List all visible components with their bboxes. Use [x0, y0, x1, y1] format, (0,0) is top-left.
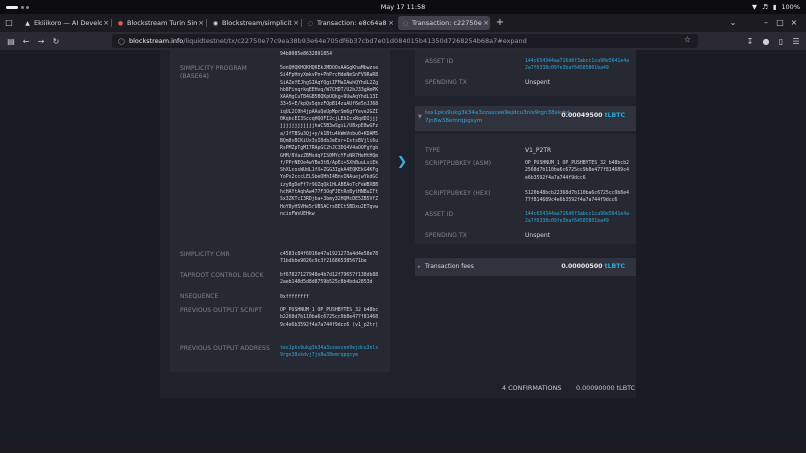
tab-blockstream-turin[interactable]: ● Blockstream Turin Simpli ×	[113, 16, 205, 30]
taproot-control-block-value: bf67827127948e4b7d12f79657f138db882aeb14…	[280, 273, 379, 286]
url-bar[interactable]: ◯ blockstream.info/liquidtestnet/tx/c227…	[112, 34, 698, 48]
output-1-spending-label: SPENDING TX	[425, 79, 468, 86]
new-tab-icon[interactable]: +	[494, 16, 506, 28]
nsequence-label: NSEQUENCE	[180, 293, 219, 300]
tab-transaction-e8c6[interactable]: ◌ Transaction: e8c64a8fb1 ×	[303, 16, 395, 30]
transaction-total: 0.00090000 tLBTC	[576, 384, 636, 392]
output-2-hex-value: 5120b48bcb22368d7b110ba6c6725cc9b8e477f8…	[525, 191, 629, 204]
navigation-bar: ▤ ← → ↻ ◯ blockstream.info/liquidtestnet…	[0, 32, 806, 50]
output-1-spending-value: Unspent	[525, 79, 550, 86]
nsequence-value: 0xffffffff	[280, 295, 309, 300]
back-icon[interactable]: ←	[20, 35, 32, 47]
url-host: blockstream.info	[129, 37, 184, 45]
loading-icon: ◌	[307, 19, 314, 27]
caret-right-icon: ▸	[418, 264, 421, 270]
transaction-fees-row: ▸ Transaction fees 0.00000500 tLBTC	[415, 258, 636, 276]
output-2-amount: 0.00049500 tLBTC	[561, 112, 625, 119]
chevron-right-icon: ❯	[397, 154, 408, 168]
maximize-icon[interactable]: □	[774, 16, 786, 28]
input-top-hex: 94b8085e8632891854	[280, 52, 332, 57]
previous-output-address-link[interactable]: tex1pks9ukg3k34a3zzaxcee9ejdcu3nls9rgn38…	[280, 345, 381, 360]
sidebar-icon[interactable]: ▤	[5, 35, 17, 47]
minimize-icon[interactable]: –	[760, 16, 772, 28]
forward-icon[interactable]: →	[35, 35, 47, 47]
account-icon[interactable]: ●	[760, 35, 772, 47]
close-tab-icon[interactable]: ×	[387, 19, 395, 27]
system-top-bar: May 17 11:58 ▼ ♬ ▮ 100%	[0, 0, 806, 14]
menu-icon[interactable]: ☰	[790, 35, 802, 47]
browser-tab-bar: □ ▲ Ekiiikoro — AI Develope × ● Blockstr…	[0, 14, 806, 32]
reload-icon[interactable]: ↻	[50, 35, 62, 47]
url-path: /liquidtestnet/tx/c22750e77c9ea38b93e64e…	[183, 37, 527, 45]
close-window-icon[interactable]: ×	[788, 16, 800, 28]
bottom-strip	[0, 443, 806, 453]
output-2-type-label: TYPE	[425, 147, 441, 154]
output-2-asm-label: SCRIPTPUBKEY (ASM)	[425, 160, 492, 167]
simplicity-program-label: SIMPLICITY PROGRAM (BASE64)	[180, 65, 247, 80]
output-2-address-link[interactable]: tex1pks9ukg3k34a3zzaxcee9ejdcu3nls9rgn38…	[425, 110, 573, 125]
close-tab-icon[interactable]: ×	[102, 19, 110, 27]
blockstream-icon: ●	[117, 19, 124, 27]
ai-favicon-icon: ▲	[25, 19, 30, 27]
list-tabs-icon[interactable]: ⌄	[727, 16, 739, 28]
output-2-spending-label: SPENDING TX	[425, 232, 468, 239]
output-2-header[interactable]: ▼ tex1pks9ukg3k34a3zzaxcee9ejdcu3nls9rgn…	[415, 106, 636, 131]
transaction-fees-amount: 0.00000500 tLBTC	[561, 263, 625, 270]
tab-github-simplicity[interactable]: ◉ Blockstream/simplicity-c ×	[208, 16, 300, 30]
sidebar-toggle-icon[interactable]: □	[3, 16, 15, 28]
extensions-icon[interactable]: ▯	[775, 35, 787, 47]
bookmark-star-icon[interactable]: ☆	[684, 35, 691, 44]
output-2-hex-label: SCRIPTPUBKEY (HEX)	[425, 190, 491, 197]
close-tab-icon[interactable]: ×	[292, 19, 300, 27]
transaction-page: 94b8085e8632891854 SIMPLICITY PROGRAM (B…	[0, 50, 806, 443]
output-2-type-value: V1_P2TR	[525, 147, 552, 154]
taproot-control-block-label: TAPROOT CONTROL BLOCK	[180, 272, 264, 279]
battery-icon[interactable]: ▮	[773, 3, 777, 11]
transaction-fees-label: Transaction fees	[425, 263, 474, 270]
output-1-asset-label: ASSET ID	[425, 58, 454, 65]
simplicity-cmr-label: SIMPLICITY CMR	[180, 251, 230, 258]
previous-output-script-value: OP_PUSHNUM_1 OP_PUSHBYTES_32 b48bcb2268d…	[280, 308, 379, 328]
output-2-asset-link[interactable]: 144c654344aa716d6f3abcc1ca90e5641e4a2a7f…	[525, 211, 629, 226]
wifi-icon[interactable]: ▼	[752, 3, 757, 11]
close-tab-icon[interactable]: ×	[197, 19, 205, 27]
confirmations-count: 4 CONFIRMATIONS	[502, 384, 562, 392]
output-2-asm-value: OP_PUSHNUM_1 OP_PUSHBYTES_32 b48bcb22568…	[525, 161, 629, 181]
downloads-icon[interactable]: ↧	[744, 35, 756, 47]
system-clock[interactable]: May 17 11:58	[0, 3, 806, 11]
previous-output-address-label: PREVIOUS OUTPUT ADDRESS	[180, 345, 270, 352]
close-tab-icon[interactable]: ×	[482, 19, 490, 27]
shield-icon[interactable]: ◯	[118, 38, 125, 45]
output-1-box	[415, 50, 636, 96]
github-icon: ◉	[212, 19, 219, 27]
tab-transaction-c227[interactable]: ◌ Transaction: c22750e7c ×	[398, 16, 490, 30]
simplicity-program-value: 5onQHQKHQKHQKEkJMDOOsAAGgKhaMbwzseSi4FpH…	[280, 66, 379, 217]
battery-level: 100%	[781, 3, 800, 11]
output-2-spending-value: Unspent	[525, 232, 550, 239]
output-1-asset-link[interactable]: 144c654344aa716d6f3abcc1ca90e5641e4a2a7f…	[525, 58, 629, 73]
output-2-asset-label: ASSET ID	[425, 211, 454, 218]
loading-icon: ◌	[402, 19, 409, 27]
tab-ekiiikoro[interactable]: ▲ Ekiiikoro — AI Develope ×	[20, 16, 110, 30]
volume-icon[interactable]: ♬	[762, 3, 768, 11]
previous-output-script-label: PREVIOUS OUTPUT SCRIPT	[180, 307, 263, 314]
caret-down-icon[interactable]: ▼	[418, 114, 422, 120]
simplicity-cmr-value: c4583c84f6016e47a1921273a4d4e58e7871bdbb…	[280, 252, 379, 265]
